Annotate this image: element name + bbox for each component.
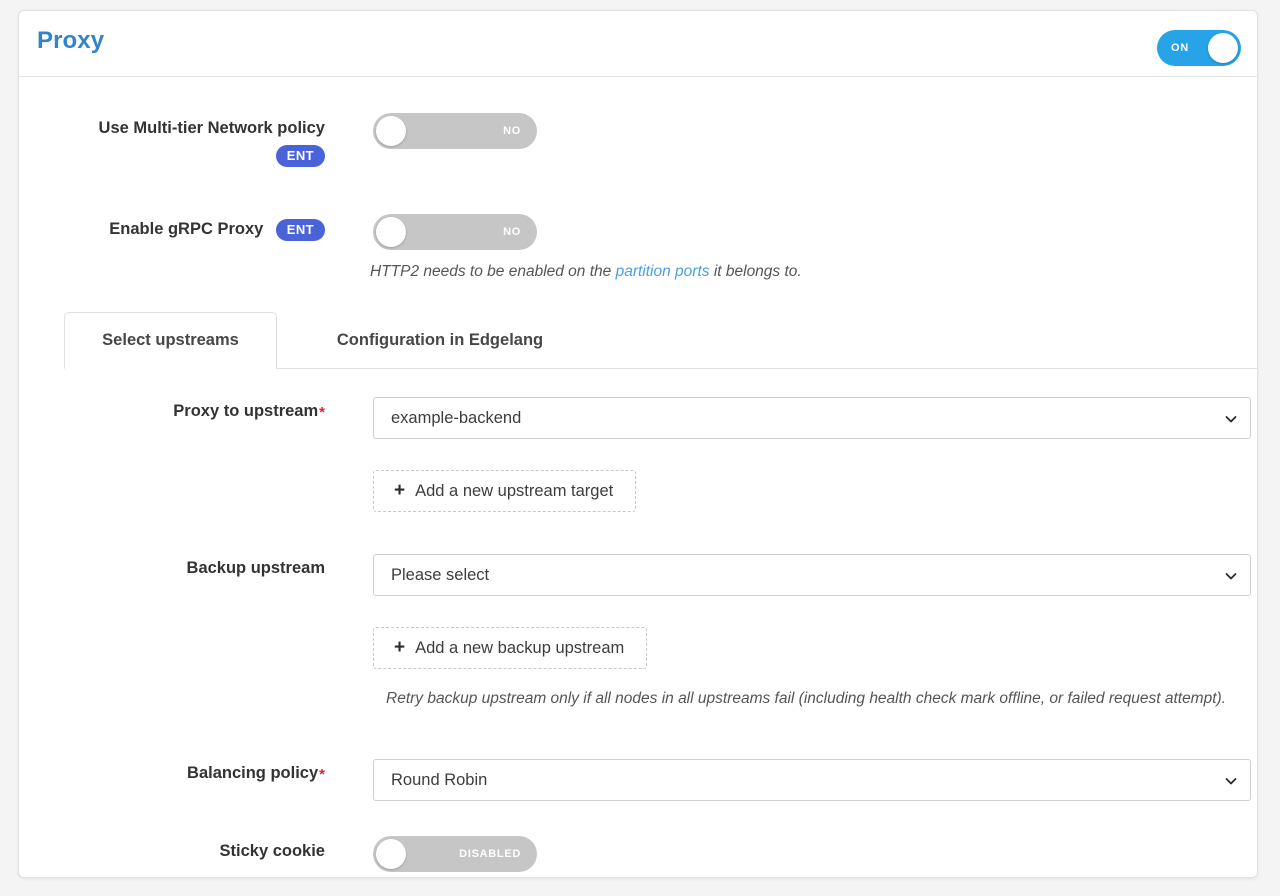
- proxy-enable-toggle[interactable]: ON: [1157, 30, 1241, 66]
- page-title: Proxy: [37, 27, 105, 54]
- add-backup-upstream-label: Add a new backup upstream: [415, 638, 625, 657]
- sticky-cookie-toggle-label: DISABLED: [459, 848, 521, 860]
- tab-select-upstreams[interactable]: Select upstreams: [64, 312, 277, 369]
- grpc-hint-suffix: it belongs to.: [709, 263, 802, 280]
- balancing-policy-label: Balancing policy*: [187, 762, 325, 786]
- add-backup-upstream-button[interactable]: + Add a new backup upstream: [373, 627, 648, 669]
- chevron-down-icon: [1225, 774, 1237, 786]
- grpc-hint-prefix: HTTP2 needs to be enabled on the: [370, 263, 616, 280]
- card-header: Proxy ON: [19, 11, 1257, 77]
- toggle-knob: [376, 116, 406, 146]
- partition-ports-link[interactable]: partition ports: [616, 263, 710, 280]
- field-row-multi-tier: Use Multi-tier Network policy ENT NO: [19, 105, 1257, 175]
- backup-upstream-label: Backup upstream: [186, 559, 325, 577]
- field-row-grpc: Enable gRPC Proxy ENT NO HTTP2 needs to …: [19, 206, 1257, 306]
- plus-icon: +: [394, 479, 406, 501]
- ent-badge: ENT: [275, 145, 325, 167]
- proxy-to-upstream-select[interactable]: example-backend: [373, 397, 1251, 439]
- multi-tier-label: Use Multi-tier Network policy: [98, 119, 325, 137]
- proxy-to-upstream-label: Proxy to upstream*: [173, 400, 325, 424]
- chevron-down-icon: [1225, 569, 1237, 581]
- proxy-settings-card: Proxy ON Use Multi-tier Network policy E…: [18, 10, 1258, 878]
- toggle-knob: [376, 839, 406, 869]
- backup-upstream-hint: Retry backup upstream only if all nodes …: [386, 690, 1226, 707]
- sticky-cookie-label: Sticky cookie: [219, 842, 325, 860]
- toggle-knob: [1208, 33, 1238, 63]
- grpc-label: Enable gRPC Proxy: [109, 220, 264, 238]
- add-upstream-target-label: Add a new upstream target: [415, 481, 614, 500]
- ent-badge: ENT: [275, 218, 325, 241]
- tab-configuration-in-edgelang[interactable]: Configuration in Edgelang: [297, 312, 583, 369]
- multi-tier-toggle[interactable]: NO: [373, 113, 537, 149]
- toggle-knob: [376, 217, 406, 247]
- proxy-enable-toggle-label: ON: [1171, 42, 1189, 54]
- tab-label: Select upstreams: [102, 331, 239, 349]
- grpc-hint: HTTP2 needs to be enabled on the partiti…: [370, 259, 802, 284]
- proxy-to-upstream-label-text: Proxy to upstream: [173, 402, 319, 420]
- proxy-to-upstream-value: example-backend: [391, 408, 522, 427]
- grpc-toggle[interactable]: NO: [373, 214, 537, 250]
- tab-label: Configuration in Edgelang: [336, 331, 544, 349]
- balancing-policy-select[interactable]: Round Robin: [373, 759, 1251, 801]
- upstream-tabs: Select upstreams Configuration in Edgela…: [64, 311, 1257, 369]
- plus-icon: +: [394, 636, 406, 658]
- chevron-down-icon: [1225, 412, 1237, 424]
- backup-upstream-value: Please select: [391, 565, 490, 584]
- page-background: Proxy ON Use Multi-tier Network policy E…: [0, 0, 1280, 896]
- sticky-cookie-toggle[interactable]: DISABLED: [373, 836, 537, 872]
- add-upstream-target-button[interactable]: + Add a new upstream target: [373, 470, 637, 512]
- required-asterisk: *: [319, 404, 325, 421]
- balancing-policy-value: Round Robin: [391, 770, 488, 789]
- grpc-toggle-label: NO: [503, 226, 521, 238]
- multi-tier-toggle-label: NO: [503, 125, 521, 137]
- balancing-policy-label-text: Balancing policy: [187, 764, 319, 782]
- backup-upstream-select[interactable]: Please select: [373, 554, 1251, 596]
- required-asterisk: *: [319, 766, 325, 783]
